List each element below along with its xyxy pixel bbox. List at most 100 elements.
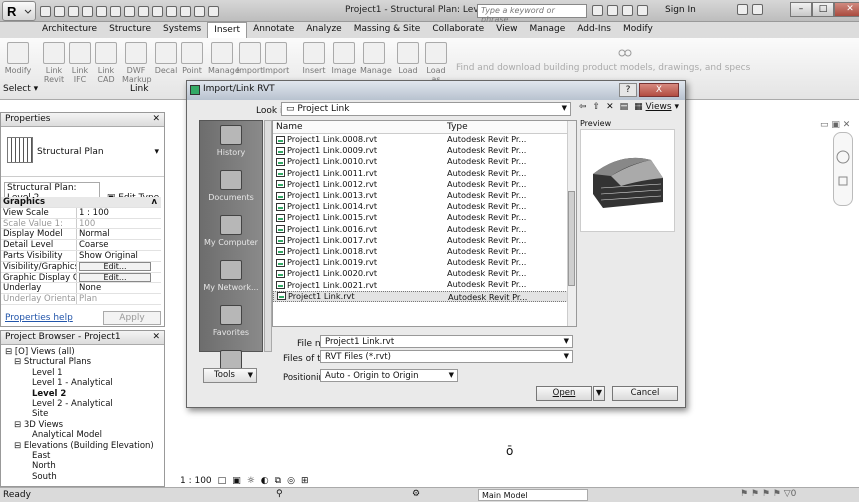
tab-insert[interactable]: Insert xyxy=(207,22,248,38)
close-icon[interactable]: ✕ xyxy=(152,332,160,342)
print-icon[interactable] xyxy=(110,5,121,17)
maximize-button[interactable]: □ xyxy=(812,2,834,17)
file-row[interactable]: Project1 Link.0012.rvt Autodesk Revit Pr.… xyxy=(273,179,576,190)
open-icon[interactable] xyxy=(40,5,51,17)
tab-massing-site[interactable]: Massing & Site xyxy=(348,22,427,38)
column-name[interactable]: Name xyxy=(273,121,444,133)
browser-item-south[interactable]: South xyxy=(1,472,164,482)
visual-style-icon[interactable]: ▣ xyxy=(232,476,241,486)
ribbon-button-import-8[interactable]: Import xyxy=(236,42,264,75)
property-value[interactable]: 100 xyxy=(77,219,161,229)
tab-manage[interactable]: Manage xyxy=(524,22,572,38)
file-list-scrollbar[interactable] xyxy=(567,121,576,326)
shadows-icon[interactable]: ◐ xyxy=(261,476,269,486)
user-icon[interactable] xyxy=(637,5,648,16)
new-folder-icon[interactable]: ▤ xyxy=(620,102,629,112)
file-row[interactable]: Project1 Link.0010.rvt Autodesk Revit Pr.… xyxy=(273,156,576,167)
file-row[interactable]: Project1 Link.0018.rvt Autodesk Revit Pr.… xyxy=(273,246,576,257)
property-value[interactable]: 1 : 100 xyxy=(77,208,161,218)
place-history[interactable]: History xyxy=(200,121,262,166)
active-model-dropdown[interactable]: Main Model xyxy=(478,489,588,501)
tools-dropdown-button[interactable]: Tools ▼ xyxy=(203,368,257,383)
property-row-scale-value-1[interactable]: Scale Value 1: 100 xyxy=(1,218,161,230)
close-hidden-icon[interactable] xyxy=(194,5,205,17)
place-favorites[interactable]: Favorites xyxy=(200,301,262,346)
browser-item-3d-views[interactable]: ⊟ 3D Views xyxy=(1,420,164,430)
property-value[interactable]: Plan xyxy=(77,294,161,304)
file-row[interactable]: Project1 Link.0013.rvt Autodesk Revit Pr.… xyxy=(273,190,576,201)
binoculars-icon[interactable] xyxy=(592,5,603,16)
column-type[interactable]: Type xyxy=(444,121,471,133)
detail-level-icon[interactable]: □ xyxy=(218,476,227,486)
worksets-icon[interactable]: ⚙ xyxy=(412,489,420,499)
thin-lines-icon[interactable] xyxy=(180,5,191,17)
tab-annotate[interactable]: Annotate xyxy=(247,22,300,38)
property-row-view-scale[interactable]: View Scale 1 : 100 xyxy=(1,207,161,219)
ribbon-button-image-11[interactable]: Image xyxy=(330,42,358,75)
browser-item-structural-plans[interactable]: ⊟ Structural Plans xyxy=(1,357,164,367)
ribbon-button-manage-12[interactable]: Manage xyxy=(360,42,392,75)
measure-icon[interactable] xyxy=(124,5,135,17)
place-my-computer[interactable]: My Computer xyxy=(200,211,262,256)
star-icon[interactable] xyxy=(622,5,633,16)
browser-item-level-1[interactable]: Level 1 xyxy=(1,368,164,378)
reveal-hidden-icon[interactable]: ⊞ xyxy=(301,476,309,486)
help-icon[interactable] xyxy=(752,4,763,15)
open-options-dropdown[interactable]: ▼ xyxy=(593,386,605,401)
dialog-help-button[interactable]: ? xyxy=(619,83,637,97)
filter-icon[interactable]: ⚲ xyxy=(276,489,283,499)
ribbon-button-load-as-14[interactable]: Load as xyxy=(422,42,450,84)
browser-item-level-1-analytical[interactable]: Level 1 - Analytical xyxy=(1,378,164,388)
edit-button[interactable]: Edit... xyxy=(79,272,151,282)
keyword-search-input[interactable]: Type a keyword or phrase xyxy=(477,4,587,24)
text-icon[interactable] xyxy=(138,5,149,17)
ribbon-button-insert-10[interactable]: Insert xyxy=(300,42,328,75)
tab-add-ins[interactable]: Add-Ins xyxy=(571,22,617,38)
minimize-button[interactable]: – xyxy=(790,2,812,17)
file-row[interactable]: Project1 Link.0017.rvt Autodesk Revit Pr.… xyxy=(273,235,576,246)
delete-icon[interactable]: ✕ xyxy=(606,102,614,112)
back-icon[interactable]: ⇦ xyxy=(579,102,587,112)
exchange-apps-icon[interactable] xyxy=(737,4,748,15)
switch-windows-icon[interactable] xyxy=(208,5,219,17)
selection-filter-icons[interactable]: ⚑ ⚑ ⚑ ⚑ ▽0 xyxy=(740,489,796,499)
view-scale[interactable]: 1 : 100 xyxy=(180,476,212,486)
browser-item-o-views-all[interactable]: ⊟ [O] Views (all) xyxy=(1,347,164,357)
file-row[interactable]: Project1 Link.0009.rvt Autodesk Revit Pr.… xyxy=(273,145,576,156)
sign-in-link[interactable]: Sign In xyxy=(665,5,696,15)
tab-collaborate[interactable]: Collaborate xyxy=(426,22,490,38)
ribbon-button-link-revit-1[interactable]: Link Revit xyxy=(40,42,68,84)
tab-architecture[interactable]: Architecture xyxy=(36,22,103,38)
edit-button[interactable]: Edit... xyxy=(79,261,151,271)
cancel-button[interactable]: Cancel xyxy=(612,386,678,401)
subscription-icon[interactable] xyxy=(607,5,618,16)
navigation-bar[interactable] xyxy=(833,132,853,206)
place-my-network[interactable]: My Network... xyxy=(200,256,262,301)
ribbon-button-load-13[interactable]: Load xyxy=(394,42,422,75)
property-row-display-model[interactable]: Display Model Normal xyxy=(1,229,161,241)
tab-analyze[interactable]: Analyze xyxy=(300,22,347,38)
property-value[interactable]: Edit... xyxy=(77,261,161,272)
3d-view-icon[interactable] xyxy=(152,5,163,17)
view-window-controls[interactable]: ▭ ▣ ✕ xyxy=(820,120,850,130)
type-selector[interactable]: Structural Plan ▾ xyxy=(1,127,164,177)
save-icon[interactable] xyxy=(54,5,65,17)
ribbon-button-decal-5[interactable]: Decal xyxy=(152,42,180,75)
file-row[interactable]: Project1 Link.0019.rvt Autodesk Revit Pr.… xyxy=(273,257,576,268)
apply-button[interactable]: Apply xyxy=(103,311,161,325)
temporary-hide-icon[interactable]: ◎ xyxy=(287,476,295,486)
property-value[interactable]: Coarse xyxy=(77,240,161,250)
property-row-parts-visibility[interactable]: Parts Visibility Show Original xyxy=(1,250,161,262)
property-row-visibility-graphics[interactable]: Visibility/Graphics...Edit... xyxy=(1,261,161,273)
file-row[interactable]: Project1 Link.rvt Autodesk Revit Pr... xyxy=(273,290,576,302)
sun-path-icon[interactable]: ☼ xyxy=(247,476,255,486)
property-row-detail-level[interactable]: Detail Level Coarse xyxy=(1,240,161,251)
file-row[interactable]: Project1 Link.0016.rvt Autodesk Revit Pr.… xyxy=(273,224,576,235)
browser-item-site[interactable]: Site xyxy=(1,409,164,419)
properties-help-link[interactable]: Properties help xyxy=(5,313,73,323)
category-row[interactable]: Graphics ʌ xyxy=(1,197,161,208)
ribbon-button-link-cad-3[interactable]: Link CAD xyxy=(92,42,120,84)
ribbon-button-modify-0[interactable]: Modify xyxy=(4,42,32,75)
property-value[interactable]: Show Original xyxy=(77,251,161,261)
up-folder-icon[interactable]: ⇧ xyxy=(593,102,601,112)
